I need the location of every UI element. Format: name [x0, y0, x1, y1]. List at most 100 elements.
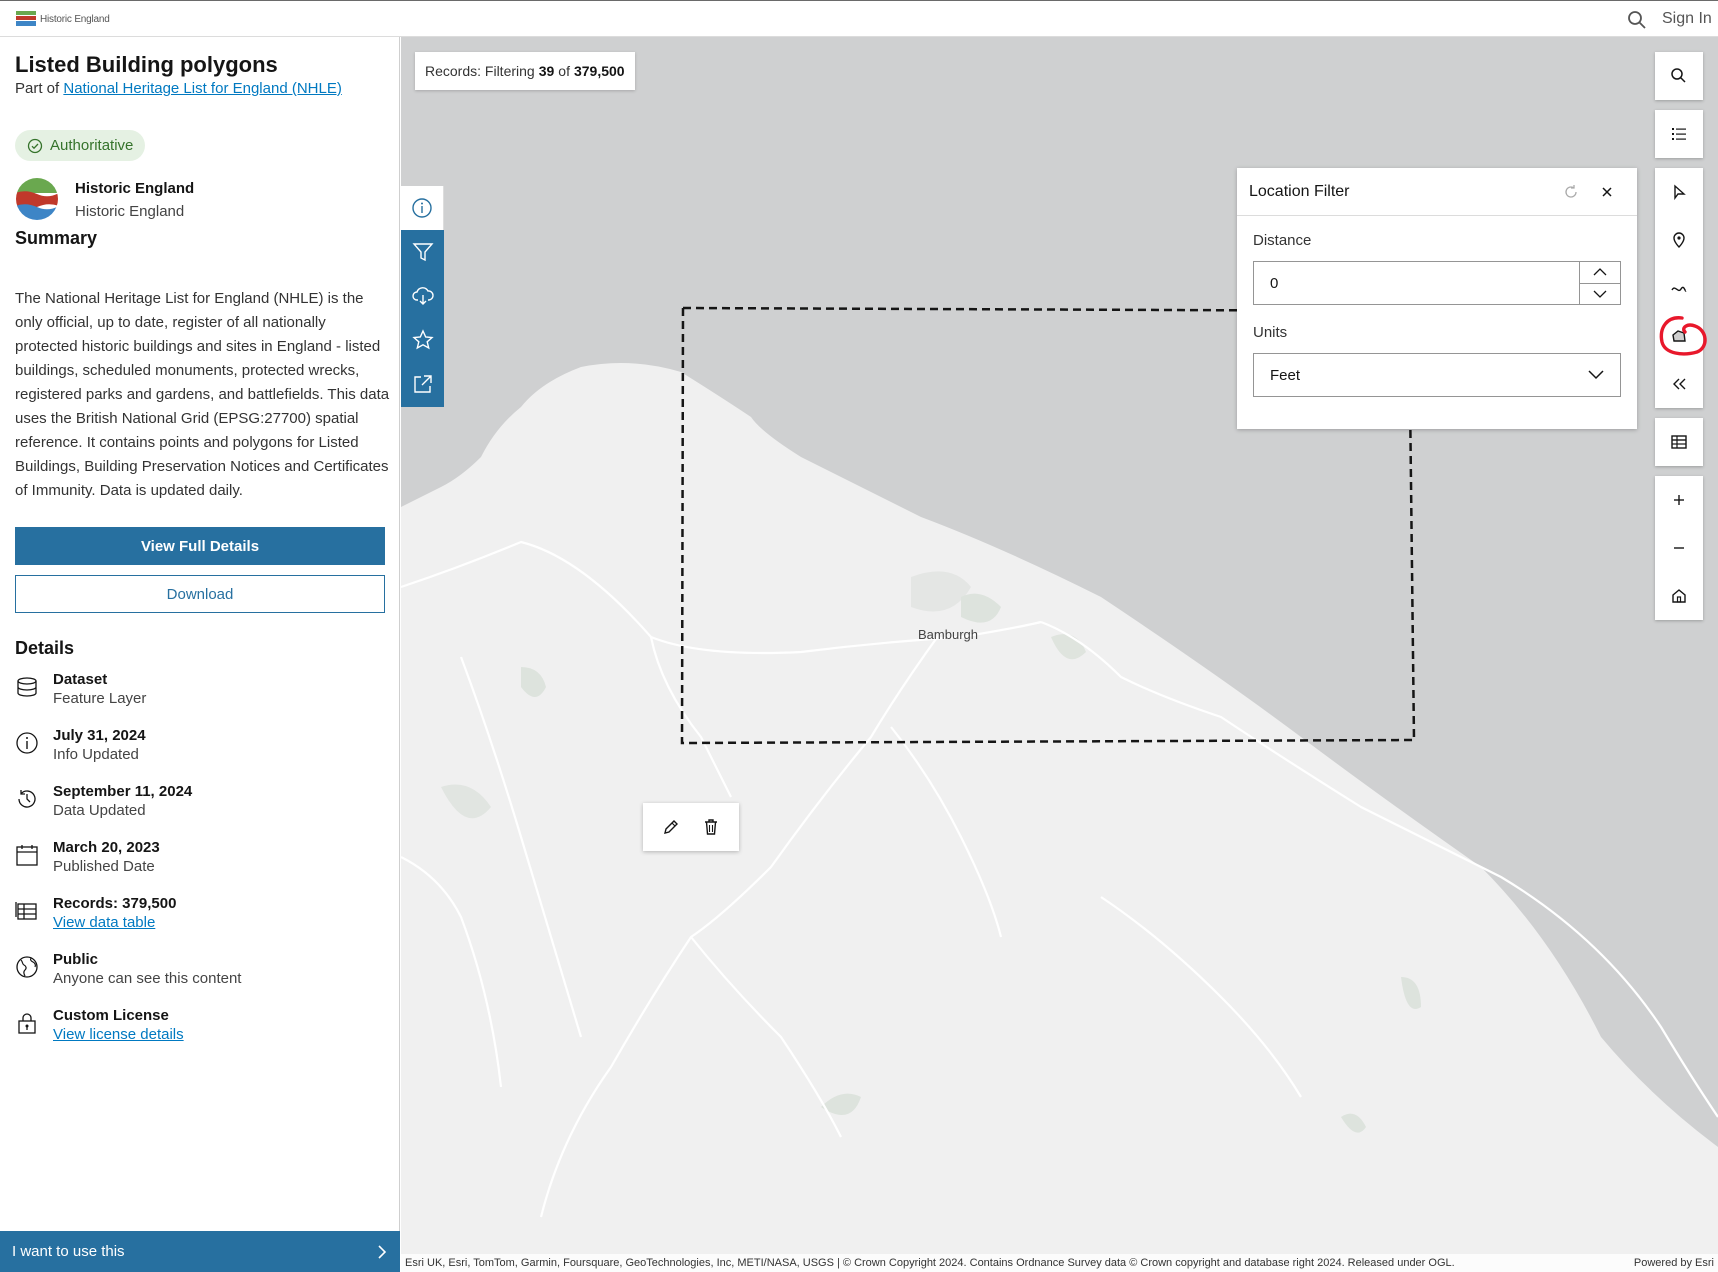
- historic-england-org-icon: [16, 178, 58, 220]
- view-data-table-link[interactable]: View data table: [53, 914, 176, 931]
- records-filtered: 39: [538, 63, 555, 79]
- view-license-details-link[interactable]: View license details: [53, 1026, 184, 1043]
- download-data-button[interactable]: [401, 274, 444, 318]
- detail-sub: Published Date: [53, 858, 155, 875]
- detail-sub: Info Updated: [53, 746, 139, 763]
- distance-value[interactable]: 0: [1254, 262, 1579, 304]
- share-button[interactable]: [401, 362, 444, 406]
- org-name[interactable]: Historic England: [75, 180, 194, 197]
- search-icon: [1671, 68, 1686, 83]
- map-search-button[interactable]: [1655, 52, 1703, 100]
- side-action-bar: [401, 186, 444, 407]
- detail-main: Custom License: [53, 1007, 169, 1024]
- star-icon: [411, 329, 434, 350]
- view-full-details-button[interactable]: View Full Details: [15, 527, 385, 565]
- cursor-icon: [1674, 184, 1686, 201]
- records-total: 379,500: [573, 63, 625, 79]
- map-search-group: [1655, 52, 1703, 100]
- detail-license: Custom License View license details: [15, 1007, 184, 1043]
- info-icon: [412, 198, 432, 218]
- units-select[interactable]: Feet: [1253, 353, 1621, 397]
- units-label: Units: [1253, 324, 1288, 341]
- summary-heading: Summary: [15, 228, 98, 248]
- legend-button[interactable]: [1655, 110, 1703, 158]
- detail-main: Public: [53, 951, 99, 968]
- chevron-up-icon: [1593, 268, 1607, 276]
- records-counter: Records: Filtering 39 of 379,500: [415, 52, 635, 90]
- panel-title: Location Filter: [1249, 182, 1350, 200]
- trash-icon: [705, 819, 717, 835]
- database-icon: [17, 677, 37, 697]
- favorite-button[interactable]: [401, 318, 444, 362]
- check-circle-icon: [27, 138, 43, 153]
- list-icon: [1672, 128, 1686, 140]
- line-tool-button[interactable]: [1655, 264, 1703, 312]
- detail-main: Dataset: [53, 671, 108, 688]
- chevrons-left-icon: [1673, 378, 1686, 390]
- zoom-out-button[interactable]: [1655, 524, 1703, 572]
- select-tool-button[interactable]: [1655, 168, 1703, 216]
- plus-icon: [1674, 495, 1684, 505]
- sign-in-link[interactable]: Sign In: [1662, 10, 1712, 28]
- table-group: [1655, 418, 1703, 466]
- logo-text: Historic England: [40, 13, 110, 25]
- distance-input[interactable]: 0: [1253, 261, 1621, 305]
- detail-dataset: Dataset Feature Layer: [15, 671, 146, 707]
- authoritative-badge: Authoritative: [15, 130, 146, 161]
- detail-published-date: March 20, 2023 Published Date: [15, 839, 160, 875]
- home-button[interactable]: [1655, 572, 1703, 620]
- close-button[interactable]: [1589, 174, 1625, 210]
- edit-button[interactable]: [656, 812, 686, 842]
- point-tool-button[interactable]: [1655, 216, 1703, 264]
- data-table-button[interactable]: [1655, 418, 1703, 466]
- close-icon: [1602, 186, 1612, 197]
- share-icon: [413, 375, 432, 393]
- detail-main: July 31, 2024: [53, 727, 146, 744]
- owner-org: Historic England Historic England: [15, 177, 194, 221]
- collapse-button[interactable]: [1655, 360, 1703, 408]
- zoom-group: [1655, 476, 1703, 620]
- i-want-to-use-this-button[interactable]: I want to use this: [0, 1231, 400, 1272]
- pin-icon: [1673, 232, 1685, 248]
- history-icon: [18, 790, 36, 808]
- delete-button[interactable]: [696, 812, 726, 842]
- site-logo[interactable]: Historic England: [16, 11, 110, 27]
- minus-icon: [1674, 547, 1684, 549]
- detail-data-updated: September 11, 2024 Data Updated: [15, 783, 192, 819]
- powered-by-esri[interactable]: Powered by Esri: [1634, 1257, 1714, 1269]
- top-bar: Historic England Sign In: [0, 0, 1718, 37]
- historic-england-logo-icon: [16, 11, 36, 26]
- detail-sub: Data Updated: [53, 802, 146, 819]
- filter-button[interactable]: [401, 230, 444, 274]
- part-of-line: Part of National Heritage List for Engla…: [15, 80, 342, 97]
- increment-button[interactable]: [1580, 262, 1620, 283]
- nhle-link[interactable]: National Heritage List for England (NHLE…: [63, 80, 341, 97]
- cloud-download-icon: [411, 287, 434, 305]
- use-bar-label: I want to use this: [12, 1243, 125, 1260]
- reset-button[interactable]: [1553, 174, 1589, 210]
- search-icon[interactable]: [1627, 10, 1647, 30]
- download-button[interactable]: Download: [15, 575, 385, 613]
- zoom-in-button[interactable]: [1655, 476, 1703, 524]
- info-button[interactable]: [401, 186, 444, 230]
- detail-sub: Anyone can see this content: [53, 970, 242, 987]
- chevron-down-icon: [1588, 370, 1604, 380]
- filter-icon: [411, 243, 434, 262]
- decrement-button[interactable]: [1580, 282, 1620, 305]
- info-icon: [16, 732, 38, 754]
- lock-icon: [18, 1013, 36, 1034]
- summary-text: The National Heritage List for England (…: [15, 290, 390, 499]
- records-prefix: Records: Filtering: [425, 63, 535, 79]
- item-details-sidebar: Listed Building polygons Part of Nationa…: [0, 37, 400, 1272]
- sketch-toolbar: [643, 803, 739, 851]
- org-owner: Historic England: [75, 203, 185, 220]
- detail-records: Records: 379,500 View data table: [15, 895, 176, 931]
- page-title: Listed Building polygons: [15, 52, 278, 77]
- detail-main: March 20, 2023: [53, 839, 160, 856]
- badge-label: Authoritative: [50, 137, 134, 154]
- panel-header: Location Filter: [1237, 168, 1637, 216]
- location-filter-panel: Location Filter Distance 0 Units Feet: [1237, 168, 1637, 429]
- part-of-prefix: Part of: [15, 80, 60, 97]
- legend-group: [1655, 110, 1703, 158]
- place-label-bamburgh: Bamburgh: [918, 627, 978, 642]
